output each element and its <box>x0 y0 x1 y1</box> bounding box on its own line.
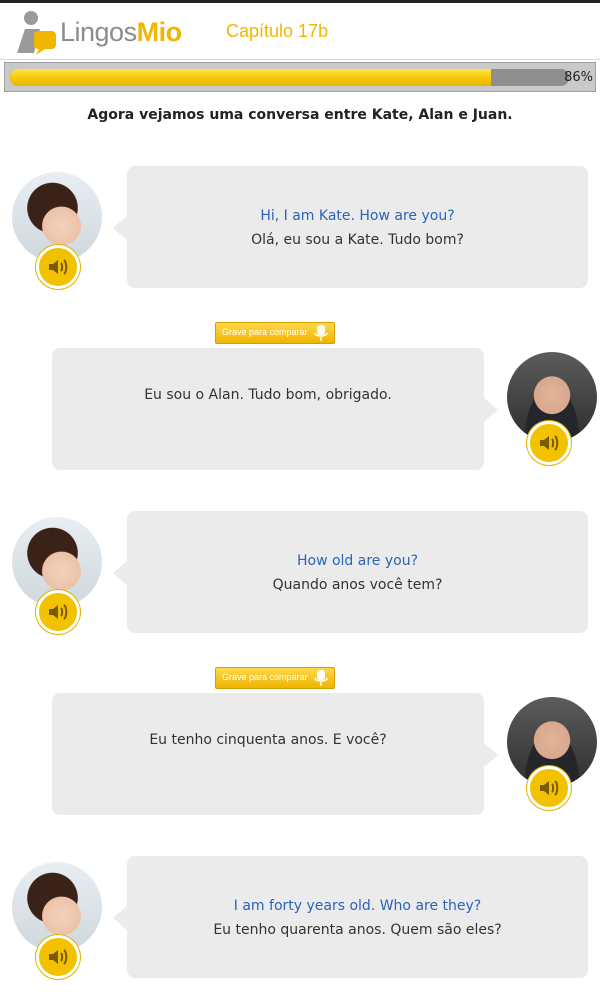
intro-text: Agora vejamos uma conversa entre Kate, A… <box>87 107 513 123</box>
portuguese-text: Quando anos você tem? <box>272 577 443 593</box>
speaker-icon <box>49 259 68 275</box>
logo-mio: Mio <box>136 17 183 47</box>
speaker-icon <box>540 780 559 796</box>
play-audio-button-4[interactable] <box>527 766 571 810</box>
play-audio-button-5[interactable] <box>36 935 80 979</box>
progress-percent: 86% <box>564 70 593 85</box>
progress-bar: 86% <box>4 62 596 92</box>
message-bubble-2: Eu sou o Alan. Tudo bom, obrigado. <box>52 348 498 470</box>
record-button-label: Grave para comparar <box>222 327 308 337</box>
progress-track <box>10 69 569 86</box>
english-text: How old are you? <box>296 553 419 569</box>
message-bubble-1: Hi, I am Kate. How are you? Olá, eu sou … <box>113 166 588 288</box>
record-compare-button-2[interactable]: Grave para comparar <box>215 667 335 689</box>
message-bubble-4: Eu tenho cinquenta anos. E você? <box>52 693 498 815</box>
speaker-icon <box>540 435 559 451</box>
play-audio-button-1[interactable] <box>36 245 80 289</box>
record-compare-button-1[interactable]: Grave para comparar <box>215 322 335 344</box>
message-bubble-5: I am forty years old. Who are they? Eu t… <box>113 856 588 978</box>
chapter-title: Capítulo 17b <box>226 21 329 41</box>
portuguese-text: Eu tenho quarenta anos. Quem são eles? <box>213 922 502 938</box>
portuguese-text: Eu tenho cinquenta anos. E você? <box>149 732 387 748</box>
logo-wordmark: LingosMio <box>60 17 182 48</box>
play-audio-button-2[interactable] <box>527 421 571 465</box>
speaker-icon <box>49 949 68 965</box>
logo-lingos: Lingos <box>60 17 137 47</box>
progress-fill <box>10 69 491 86</box>
english-text: Hi, I am Kate. How are you? <box>260 208 455 224</box>
message-bubble-3: How old are you? Quando anos você tem? <box>113 511 588 633</box>
microphone-icon <box>314 670 328 686</box>
portuguese-text: Eu sou o Alan. Tudo bom, obrigado. <box>144 387 392 403</box>
app-header: LingosMio Capítulo 17b <box>0 3 600 60</box>
play-audio-button-3[interactable] <box>36 590 80 634</box>
microphone-icon <box>314 325 328 341</box>
portuguese-text: Olá, eu sou a Kate. Tudo bom? <box>251 232 464 248</box>
record-button-label: Grave para comparar <box>222 672 308 682</box>
speaker-icon <box>49 604 68 620</box>
english-text: I am forty years old. Who are they? <box>233 898 482 914</box>
logo-icon <box>17 11 56 55</box>
